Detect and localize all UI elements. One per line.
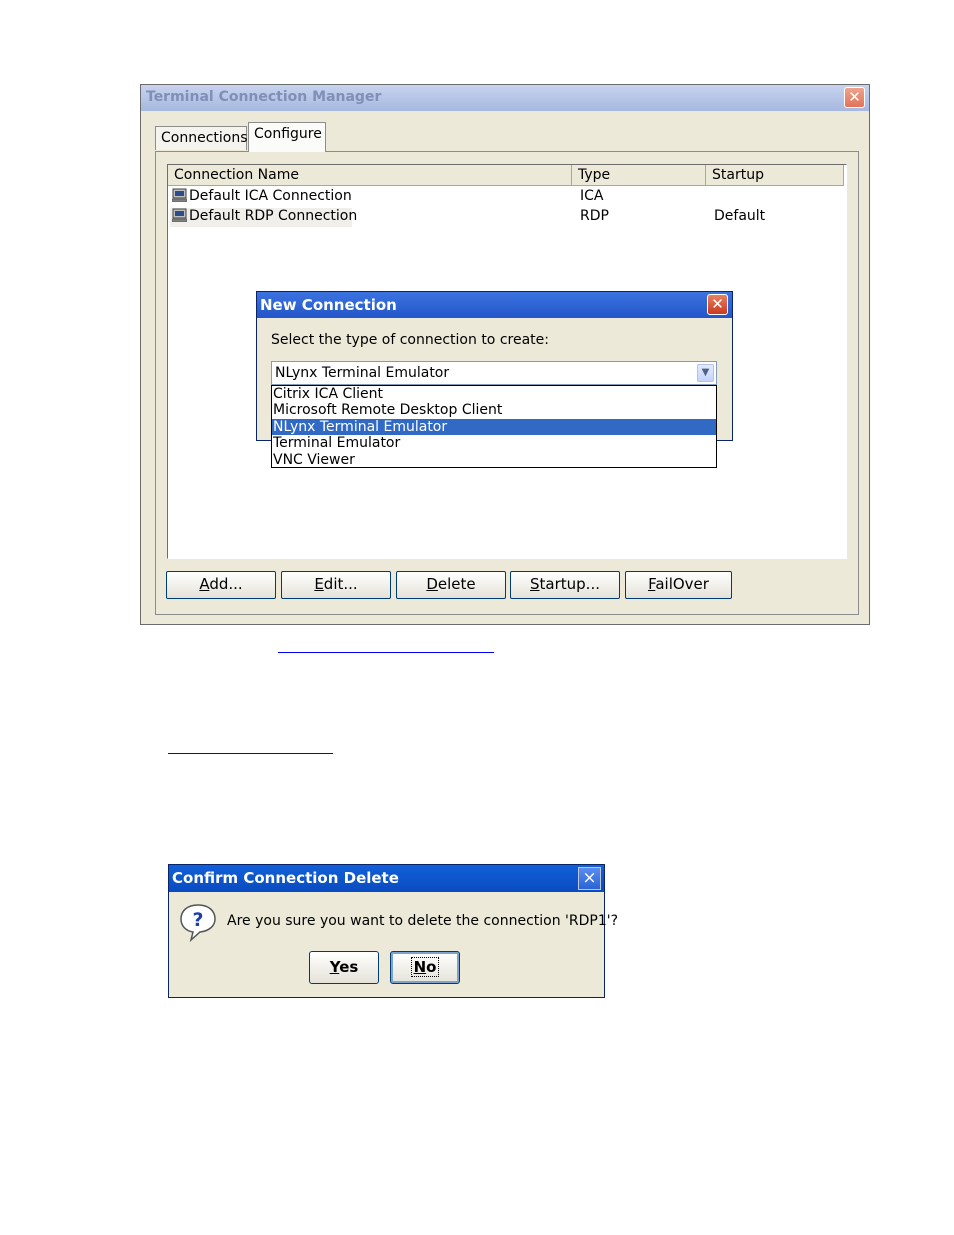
dropdown-option[interactable]: VNC Viewer bbox=[272, 452, 716, 468]
startup-cell: Default bbox=[714, 208, 766, 224]
close-button[interactable]: ✕ bbox=[844, 87, 865, 108]
chevron-down-icon[interactable]: ▼ bbox=[697, 364, 714, 382]
no-button[interactable]: No bbox=[390, 951, 460, 984]
tab-connections[interactable]: Connections bbox=[155, 126, 248, 150]
table-row[interactable]: Default RDP Connection RDP Default bbox=[170, 208, 844, 227]
computer-icon bbox=[172, 208, 187, 222]
table-row[interactable]: Default ICA Connection ICA bbox=[170, 188, 844, 207]
connection-type-select[interactable]: NLynx Terminal Emulator ▼ bbox=[271, 361, 717, 385]
hyperlink-underline[interactable] bbox=[168, 753, 333, 754]
computer-icon bbox=[172, 188, 187, 202]
title-bar[interactable]: Terminal Connection Manager ✕ bbox=[141, 85, 869, 111]
connection-type-prompt: Select the type of connection to create: bbox=[271, 332, 549, 348]
type-cell: ICA bbox=[580, 188, 604, 204]
close-button[interactable]: × bbox=[578, 867, 601, 890]
yes-button[interactable]: Yes bbox=[309, 951, 379, 984]
list-header: Connection Name Type Startup bbox=[168, 165, 844, 187]
dialog-title-bar[interactable]: Confirm Connection Delete × bbox=[169, 865, 604, 892]
dialog-title: Confirm Connection Delete bbox=[172, 869, 399, 887]
column-type[interactable]: Type bbox=[572, 165, 706, 186]
failover-button[interactable]: FailOver bbox=[625, 571, 732, 599]
question-icon: ? bbox=[180, 904, 216, 942]
confirm-message: Are you sure you want to delete the conn… bbox=[227, 913, 619, 929]
connection-name-cell: Default ICA Connection bbox=[172, 188, 352, 204]
startup-button[interactable]: Startup... bbox=[510, 571, 620, 599]
confirm-delete-dialog: Confirm Connection Delete × ? Are you su… bbox=[168, 864, 618, 998]
edit-button[interactable]: Edit... bbox=[281, 571, 391, 599]
svg-text:?: ? bbox=[192, 909, 203, 931]
dialog-title-bar[interactable]: New Connection ✕ bbox=[257, 292, 732, 318]
dropdown-option[interactable]: Microsoft Remote Desktop Client bbox=[272, 402, 716, 418]
column-startup[interactable]: Startup bbox=[706, 165, 844, 186]
dropdown-option-selected[interactable]: NLynx Terminal Emulator bbox=[272, 418, 716, 436]
add-button[interactable]: Add... bbox=[166, 571, 276, 599]
selected-value: NLynx Terminal Emulator bbox=[275, 365, 450, 381]
dropdown-option[interactable]: Citrix ICA Client bbox=[272, 386, 716, 402]
connection-name: Default ICA Connection bbox=[189, 188, 352, 204]
column-connection-name[interactable]: Connection Name bbox=[168, 165, 572, 186]
dropdown-option[interactable]: Terminal Emulator bbox=[272, 435, 716, 451]
tab-configure[interactable]: Configure bbox=[248, 122, 326, 152]
connection-name: Default RDP Connection bbox=[189, 208, 358, 224]
close-button[interactable]: ✕ bbox=[707, 294, 728, 315]
hyperlink-underline[interactable] bbox=[278, 652, 494, 653]
delete-button[interactable]: Delete bbox=[396, 571, 506, 599]
connection-name-cell: Default RDP Connection bbox=[172, 208, 357, 224]
connection-type-dropdown[interactable]: Citrix ICA Client Microsoft Remote Deskt… bbox=[271, 385, 717, 468]
window-title: Terminal Connection Manager bbox=[146, 89, 382, 105]
dialog-title: New Connection bbox=[260, 296, 397, 314]
type-cell: RDP bbox=[580, 208, 609, 224]
